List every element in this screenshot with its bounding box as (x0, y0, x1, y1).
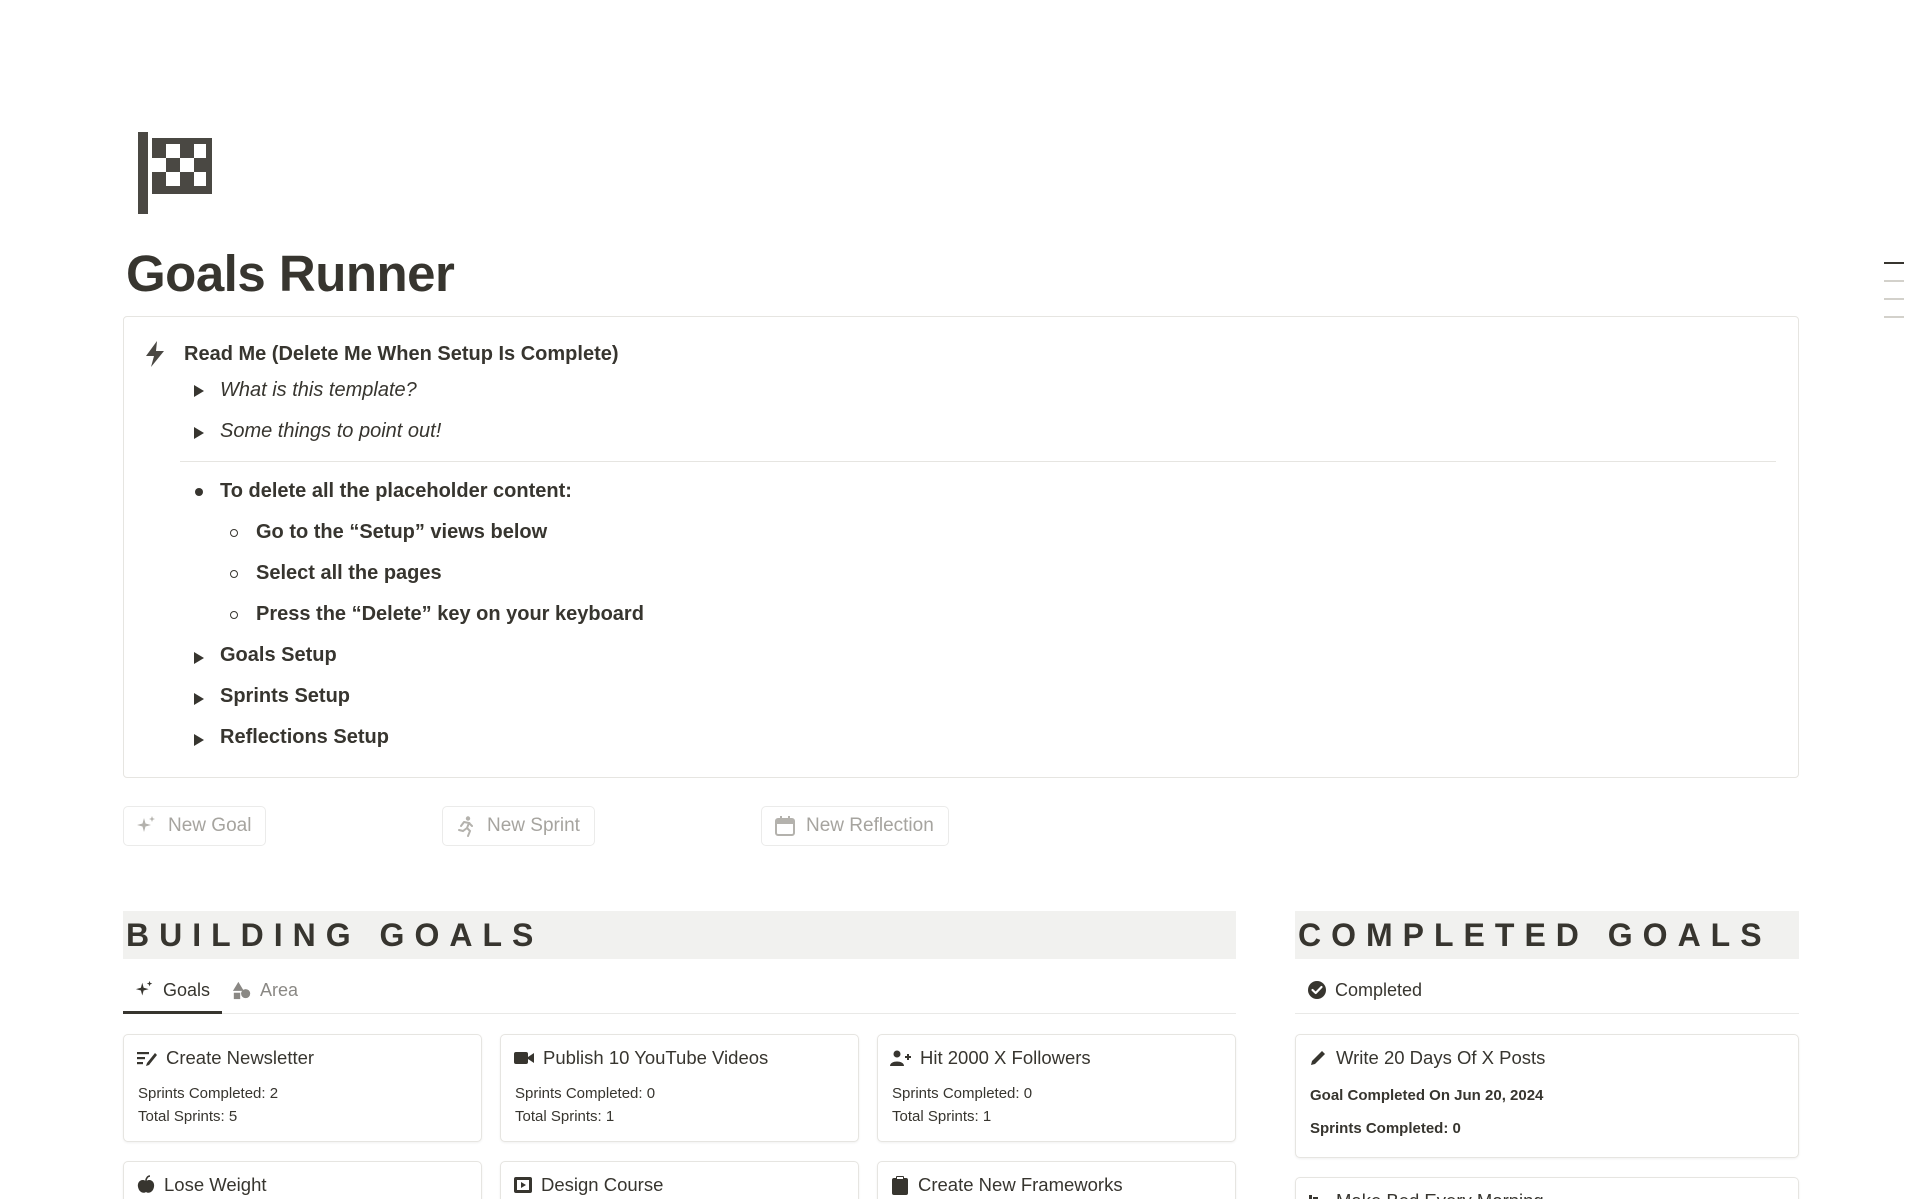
pencil-icon (1311, 1051, 1325, 1065)
toc-line[interactable] (1884, 316, 1904, 318)
check-circle-icon (1308, 981, 1326, 999)
goal-card-title: Publish 10 YouTube Videos (513, 1047, 768, 1069)
readme-callout: Read Me (Delete Me When Setup Is Complet… (123, 316, 1799, 778)
tab-goals-label: Goals (163, 979, 211, 1000)
bullet-dot (195, 488, 203, 496)
goal-card-title: Design Course (513, 1174, 663, 1196)
video-camera-icon (514, 1052, 534, 1064)
goal-card[interactable]: Create New Frameworks (877, 1161, 1236, 1199)
table-of-contents-indicator[interactable] (1884, 262, 1904, 334)
sub-bullet-item: Go to the “Setup” views below (256, 521, 548, 543)
toggle-arrow-icon[interactable] (194, 734, 204, 746)
goal-card-title: Hit 2000 X Followers (890, 1047, 1091, 1069)
newsletter-icon (137, 1052, 157, 1066)
building-goals-tabs: Goals Area (123, 966, 1236, 1014)
goal-card[interactable]: Design Course (500, 1161, 859, 1199)
toc-line[interactable] (1884, 298, 1904, 300)
sprints-completed: Sprints Completed: 0 (1310, 1120, 1461, 1137)
completed-goals-heading: COMPLETED GOALS (1295, 911, 1799, 959)
calendar-icon (775, 816, 795, 836)
sub-bullet-circle (230, 529, 238, 537)
sprints-completed: Sprints Completed: 0 (515, 1085, 656, 1102)
goal-card[interactable]: Hit 2000 X Followers Sprints Completed: … (877, 1034, 1236, 1142)
goal-card[interactable]: Publish 10 YouTube Videos Sprints Comple… (500, 1034, 859, 1142)
new-reflection-button[interactable]: New Reflection (761, 806, 949, 846)
add-user-icon (890, 1050, 911, 1066)
new-goal-button[interactable]: New Goal (123, 806, 267, 846)
completed-goal-card[interactable]: Make Bed Every Morning (1295, 1177, 1799, 1199)
clipboard-icon (892, 1176, 908, 1195)
toggle-things-to-point-out[interactable]: Some things to point out! (220, 420, 441, 443)
page-title: Goals Runner (126, 245, 455, 302)
toggle-what-is-template[interactable]: What is this template? (220, 379, 417, 402)
toggle-goals-setup[interactable]: Goals Setup (220, 644, 337, 667)
tab-completed[interactable]: Completed (1307, 966, 1422, 1014)
building-goals-heading: BUILDING GOALS (123, 911, 1236, 959)
shapes-icon (232, 981, 251, 1000)
toggle-arrow-icon[interactable] (194, 652, 204, 664)
total-sprints: Total Sprints: 1 (892, 1108, 992, 1125)
bullet-delete-placeholder: To delete all the placeholder content: (220, 480, 572, 502)
goal-card-title: Make Bed Every Morning (1308, 1190, 1544, 1199)
new-sprint-button[interactable]: New Sprint (442, 806, 595, 846)
bed-icon (1309, 1195, 1318, 1199)
tab-area-label: Area (260, 979, 299, 1000)
tab-area[interactable]: Area (232, 966, 298, 1014)
total-sprints: Total Sprints: 1 (515, 1108, 615, 1125)
goal-card-title: Lose Weight (136, 1174, 267, 1196)
sprints-completed: Sprints Completed: 2 (138, 1085, 279, 1102)
sub-bullet-circle (230, 611, 238, 619)
completed-goal-card[interactable]: Write 20 Days Of X Posts Goal Completed … (1295, 1034, 1799, 1158)
active-tab-indicator (123, 1011, 222, 1014)
film-icon (514, 1177, 532, 1193)
sub-bullet-item: Press the “Delete” key on your keyboard (256, 603, 644, 625)
goal-card-title: Write 20 Days Of X Posts (1308, 1047, 1545, 1069)
apple-icon (137, 1175, 155, 1193)
sub-bullet-circle (230, 570, 238, 578)
toggle-reflections-setup[interactable]: Reflections Setup (220, 726, 389, 749)
toggle-sprints-setup[interactable]: Sprints Setup (220, 685, 350, 708)
toggle-arrow-icon[interactable] (194, 385, 204, 397)
lightning-bolt-icon (146, 341, 164, 367)
sparkles-icon (137, 816, 155, 832)
toggle-arrow-icon[interactable] (194, 427, 204, 439)
goal-card-title: Create New Frameworks (890, 1174, 1123, 1196)
callout-title: Read Me (Delete Me When Setup Is Complet… (184, 343, 619, 365)
new-goal-label: New Goal (168, 815, 252, 836)
total-sprints: Total Sprints: 5 (138, 1108, 238, 1125)
divider (180, 461, 1776, 462)
goal-card[interactable]: Lose Weight (123, 1161, 482, 1199)
new-reflection-label: New Reflection (806, 815, 934, 836)
goal-card-title: Create Newsletter (136, 1047, 314, 1069)
toggle-arrow-icon[interactable] (194, 693, 204, 705)
toc-line[interactable] (1884, 262, 1904, 264)
sub-bullet-item: Select all the pages (256, 562, 442, 584)
sprints-completed: Sprints Completed: 0 (892, 1085, 1033, 1102)
sparkles-icon (135, 980, 153, 996)
running-person-icon (458, 816, 473, 837)
completed-goals-tabs: Completed (1295, 966, 1799, 1014)
tab-completed-label: Completed (1335, 979, 1423, 1000)
tab-goals[interactable]: Goals (135, 966, 210, 1014)
new-sprint-label: New Sprint (487, 815, 580, 836)
building-goals-heading-text: BUILDING GOALS (126, 917, 544, 953)
completed-goals-heading-text: COMPLETED GOALS (1298, 917, 1772, 953)
goal-completed-date: Goal Completed On Jun 20, 2024 (1310, 1087, 1544, 1104)
goal-card[interactable]: Create Newsletter Sprints Completed: 2 T… (123, 1034, 482, 1142)
checkered-flag-icon (138, 132, 212, 214)
toc-line[interactable] (1884, 280, 1904, 282)
